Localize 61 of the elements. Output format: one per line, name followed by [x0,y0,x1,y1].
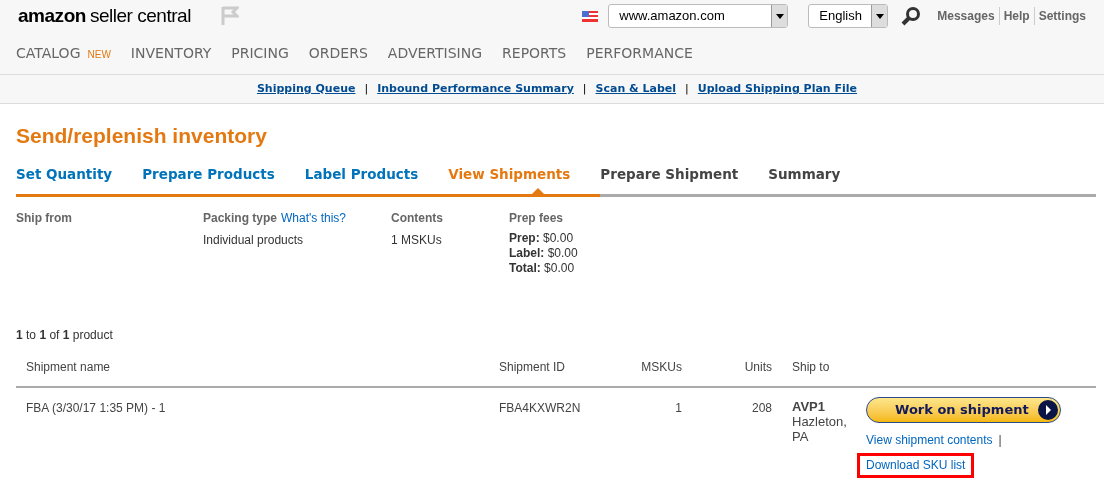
subnav-link[interactable]: Upload Shipping Plan File [697,80,858,98]
search-icon[interactable] [901,6,922,26]
field-label: Prep fees [509,209,565,227]
table-cell-text: 1 [674,399,682,417]
table-cell-text: Hazleton, [792,413,848,429]
table-cell-text: AVP1 [792,398,826,414]
table-cell-text: FBA (3/30/17 1:35 PM) - 1 [25,399,167,417]
fee-line: Label: $0.00 [509,245,578,261]
field-label: Contents [391,209,444,227]
column-header: Units [743,358,772,376]
step-tab[interactable]: Summary [768,165,841,182]
logo-subtitle: seller central [89,3,191,28]
step-tab[interactable]: Prepare Shipment [600,165,739,182]
marketplace-dropdown[interactable]: www.amazon.com [608,4,789,28]
table-link[interactable]: View shipment contents [866,432,993,448]
separator: | [998,432,1002,447]
new-label: NEW [87,47,111,62]
step-tab[interactable]: Set Quantity [16,165,113,182]
fee-line: Prep: $0.00 [509,230,575,246]
step-tab[interactable]: View Shipments [448,165,571,182]
field-value: Individual products [203,231,305,249]
header-link[interactable]: Help [1003,7,1030,25]
header-link[interactable]: Settings [1038,7,1086,25]
highlighted-link[interactable]: Download SKU list [857,452,975,478]
nav-tab[interactable]: REPORTS [502,42,567,64]
nav-tab[interactable]: ADVERTISING [387,42,483,64]
table-cell-text: FBA4KXWR2N [499,399,582,417]
column-header: MSKUs [640,358,682,376]
nav-tab[interactable]: PERFORMANCE [586,42,693,64]
subnav-link[interactable]: Scan & Label [595,80,677,98]
separator: | [685,80,689,97]
logo-text: amazon [18,3,86,28]
table-cell-text: PA [792,428,810,444]
nav-tab[interactable]: ORDERS [308,42,368,64]
language-dropdown[interactable]: English [808,4,889,28]
flag-icon [582,10,599,22]
whats-this-link[interactable]: What's this? [281,208,346,227]
fee-line: Total: $0.00 [509,260,576,276]
field-value: 1 MSKUs [391,231,443,249]
step-tab[interactable]: Prepare Products [142,165,275,182]
nav-tab[interactable]: INVENTORY [130,42,212,64]
work-on-shipment-button[interactable]: Work on shipment [866,396,1061,423]
subnav-link[interactable]: Shipping Queue [256,80,356,98]
step-pointer [532,187,545,194]
subnav-link[interactable]: Inbound Performance Summary [377,80,574,98]
field-label: Ship from [16,209,73,227]
header-link[interactable]: Messages [937,7,995,25]
column-header: Ship to [791,358,831,376]
separator: | [582,80,587,97]
caret-icon [775,13,784,19]
separator: | [364,80,369,97]
step-tab[interactable]: Label Products [304,165,419,182]
nav-tab[interactable]: PRICING [231,42,289,64]
column-header: Shipment name [25,358,112,376]
table-cell-text: 208 [750,399,772,417]
field-label: Packing type [203,209,278,227]
result-count: 1 to 1 of 1 product [16,326,114,344]
caret-icon [875,13,884,19]
page-title: Send/replenish inventory [16,123,268,149]
nav-tab[interactable]: CATALOG [16,42,81,64]
column-header: Shipment ID [499,358,567,376]
